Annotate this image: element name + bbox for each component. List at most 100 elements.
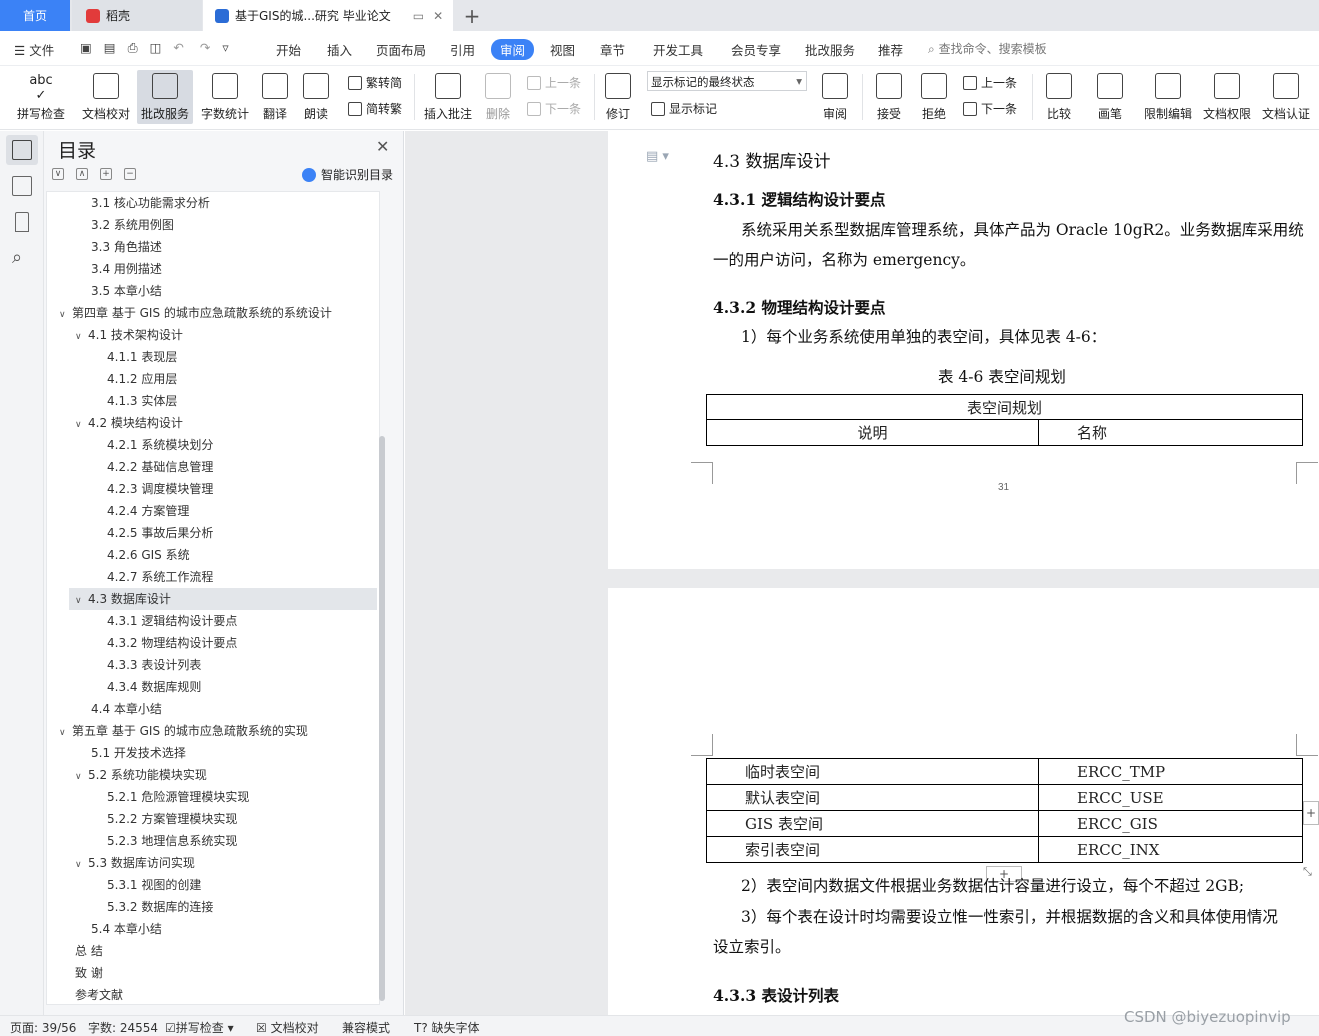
collapse-all-icon[interactable]: ∨ [52,168,64,180]
chevron-down-icon[interactable]: ∨ [75,854,88,876]
toc-item[interactable]: 4.4 本章小结 [91,698,162,720]
tab-home[interactable]: 首页 [0,0,70,31]
menu-start[interactable]: 开始 [276,40,301,59]
toc-item[interactable]: 4.2.4 方案管理 [107,500,189,522]
delete-comment-button[interactable]: 删除 [480,70,516,124]
tablespace-desc-cell[interactable]: 索引表空间 [706,836,1039,863]
doc-certify-button[interactable]: 文档认证 [1259,70,1313,124]
simp-to-trad-button[interactable]: 简转繁 [348,100,402,117]
close-icon[interactable]: ✕ [376,137,389,156]
toc-item[interactable]: 3.5 本章小结 [91,280,162,302]
doc-outline-icon[interactable]: ▤ ▾ [646,149,669,164]
new-tab-button[interactable]: + [458,0,486,31]
toc-item[interactable]: 3.3 角色描述 [91,236,162,258]
toc-item[interactable]: 4.3.3 表设计列表 [107,654,201,676]
toc-item[interactable]: 致 谢 [75,962,103,984]
accept-button[interactable]: 接受 [870,70,908,124]
tab-daoke[interactable]: 稻壳 [72,0,202,31]
table-resize-icon[interactable]: ⤡ [1303,865,1319,881]
review-pane-button[interactable]: 审阅 [816,70,854,124]
toc-item[interactable]: 4.3.1 逻辑结构设计要点 [107,610,237,632]
tablespace-name-cell[interactable]: ERCC_TMP [1038,758,1303,785]
show-markup-button[interactable]: 显示标记 [651,100,717,117]
menu-references[interactable]: 引用 [450,40,475,59]
toc-item[interactable]: ∨ 第四章 基于 GIS 的城市应急疏散系统的系统设计 [59,302,332,324]
restrict-editing-button[interactable]: 限制编辑 [1141,70,1195,124]
missing-font[interactable]: T? 缺失字体 [414,1019,480,1036]
menu-recommend[interactable]: 推荐 [878,40,903,59]
chevron-down-icon[interactable]: ∨ [75,590,88,612]
toc-scrollbar[interactable] [379,436,385,1001]
toc-item[interactable]: ∨ 4.3 数据库设计 [69,588,377,610]
add-heading-icon[interactable]: + [100,168,112,180]
correction-service-button[interactable]: 批改服务 [137,70,193,124]
customize-icon[interactable]: ▿ [222,40,228,55]
smart-toc-button[interactable]: 智能识别目录 [302,166,393,183]
menu-view[interactable]: 视图 [550,40,575,59]
toc-item[interactable]: ∨ 4.2 模块结构设计 [75,412,183,434]
add-column-icon[interactable]: + [1303,801,1319,825]
chevron-down-icon[interactable]: ∨ [75,414,88,436]
toc-item[interactable]: 5.3.2 数据库的连接 [107,896,213,918]
markup-state-select[interactable]: 显示标记的最终状态 ▾ [647,71,807,91]
toc-item[interactable]: 4.3.4 数据库规则 [107,676,201,698]
menu-member[interactable]: 会员专享 [731,40,781,59]
chevron-down-icon[interactable]: ∨ [59,304,72,326]
doc-proof-button[interactable]: 文档校对 [78,70,134,124]
restore-icon[interactable]: ▭ [413,9,424,23]
toc-item[interactable]: 3.4 用例描述 [91,258,162,280]
status-spell-check[interactable]: ☑拼写检查 ▾ [165,1019,234,1036]
close-tab-icon[interactable]: ✕ [433,9,443,23]
toc-item[interactable]: ∨ 4.1 技术架构设计 [75,324,183,346]
prev-comment-button[interactable]: 上一条 [527,74,581,91]
word-count-button[interactable]: 字数统计 [197,70,253,124]
tablespace-name-cell[interactable]: ERCC_INX [1038,836,1303,863]
next-comment-button[interactable]: 下一条 [527,100,581,117]
tablespace-desc-cell[interactable]: GIS 表空间 [706,810,1039,837]
save-icon[interactable]: ▣ [80,40,92,55]
status-doc-proof[interactable]: ☒ 文档校对 [256,1019,319,1036]
spell-check-button[interactable]: abc ✓ 拼写检查 [10,70,72,124]
toc-icon[interactable] [12,140,32,160]
menu-developer[interactable]: 开发工具 [653,40,703,59]
command-search[interactable]: ⌕ 查找命令、搜索模板 [928,40,1047,57]
toc-item[interactable]: 5.2.1 危险源管理模块实现 [107,786,249,808]
chevron-down-icon[interactable]: ∨ [75,766,88,788]
toc-item[interactable]: 参考文献 [75,984,123,1006]
menu-page-layout[interactable]: 页面布局 [376,40,426,59]
toc-item[interactable]: ∨ 5.2 系统功能模块实现 [75,764,207,786]
print-icon[interactable]: ⎙ [128,40,138,55]
menu-chapter[interactable]: 章节 [600,40,625,59]
toc-item[interactable]: 5.2.3 地理信息系统实现 [107,830,237,852]
read-aloud-button[interactable]: 朗读 [298,70,334,124]
translate-button[interactable]: 翻译 [256,70,294,124]
remove-heading-icon[interactable]: − [124,168,136,180]
toc-item[interactable]: 总 结 [75,940,103,962]
doc-permission-button[interactable]: 文档权限 [1200,70,1254,124]
compare-button[interactable]: 比较 [1040,70,1078,124]
toc-item[interactable]: 4.3.2 物理结构设计要点 [107,632,237,654]
toc-item[interactable]: 3.2 系统用例图 [91,214,174,236]
tablespace-name-cell[interactable]: ERCC_USE [1038,784,1303,811]
toc-item[interactable]: 4.2.3 调度模块管理 [107,478,213,500]
expand-up-icon[interactable]: ∧ [76,168,88,180]
print-preview-icon[interactable]: ◫ [150,40,162,55]
toc-item[interactable]: 4.2.7 系统工作流程 [107,566,213,588]
toc-item[interactable]: 4.2.6 GIS 系统 [107,544,190,566]
export-pdf-icon[interactable]: ▤ [104,40,116,55]
chevron-down-icon[interactable]: ∨ [59,722,72,744]
chapter-nav-icon[interactable] [12,176,32,196]
search-icon[interactable]: ⌕ [12,247,32,268]
toc-item[interactable]: 5.4 本章小结 [91,918,162,940]
word-count-indicator[interactable]: 字数: 24554 [88,1019,158,1036]
menu-insert[interactable]: 插入 [327,40,352,59]
toc-item[interactable]: 5.3.1 视图的创建 [107,874,201,896]
next-change-button[interactable]: 下一条 [963,100,1017,117]
tablespace-desc-cell[interactable]: 默认表空间 [706,784,1039,811]
page-indicator[interactable]: 页面: 39/56 [10,1019,76,1036]
bookmark-icon[interactable] [15,212,29,232]
undo-icon[interactable]: ↶ [173,40,183,55]
toc-item[interactable]: 5.1 开发技术选择 [91,742,186,764]
toc-item[interactable]: 4.1.1 表现层 [107,346,177,368]
track-changes-button[interactable]: 修订 [600,70,636,124]
